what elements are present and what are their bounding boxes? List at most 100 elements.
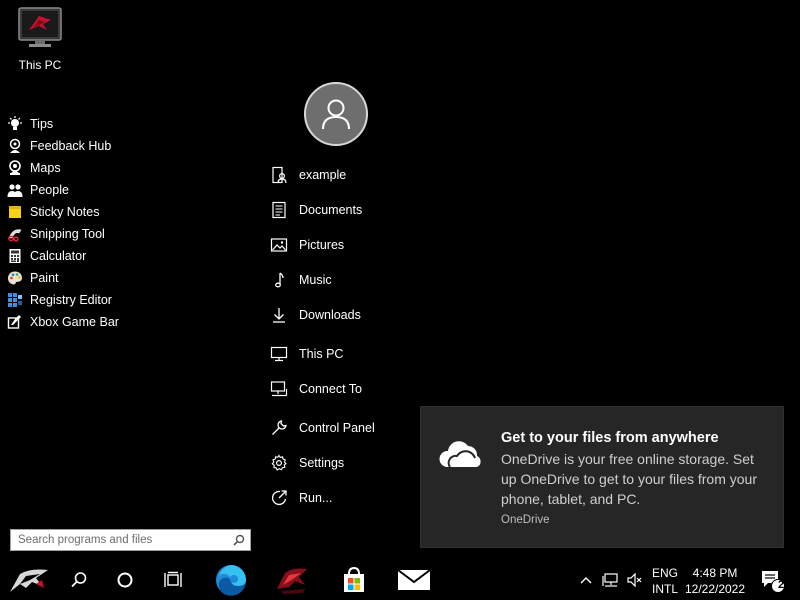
monitor-icon [268,344,290,364]
gear-icon [268,453,290,473]
chevron-up-icon [580,577,592,584]
show-hidden-icons-button[interactable] [576,560,596,600]
user-avatar[interactable] [304,82,368,146]
xbox-icon [6,313,24,331]
scissors-icon [6,225,24,243]
program-item-sticky-notes[interactable]: Sticky Notes [6,201,246,223]
store-button[interactable] [332,560,376,600]
notification-title: Get to your files from anywhere [501,430,719,446]
place-label: Downloads [299,308,361,322]
notification-body: OneDrive is your free online storage. Se… [501,451,757,507]
program-item-people[interactable]: People [6,179,246,201]
program-label: Registry Editor [30,293,112,307]
program-label: Feedback Hub [30,139,112,153]
place-connect-to[interactable]: Connect To [268,378,408,400]
user-icon [322,99,350,130]
clock[interactable]: 4:48 PM 12/22/2022 [684,565,746,597]
download-icon [268,305,290,325]
language-code: ENG [651,566,678,580]
clock-date: 12/22/2022 [684,582,746,596]
registry-icon [6,291,24,309]
network-icon [602,573,618,587]
program-label: Maps [30,161,61,175]
keyboard-layout: INTL [651,582,678,596]
program-label: Snipping Tool [30,227,105,241]
program-label: Xbox Game Bar [30,315,119,329]
place-documents[interactable]: Documents [268,199,408,221]
network-button[interactable] [600,560,622,600]
mail-icon [397,569,431,590]
mail-button[interactable] [392,560,436,600]
program-item-paint[interactable]: Paint [6,267,246,289]
place-pictures[interactable]: Pictures [268,234,408,256]
place-label: Settings [299,456,345,470]
cloud-icon [437,437,485,476]
wrench-icon [268,418,290,438]
store-icon [344,566,364,592]
start-button[interactable] [0,560,58,600]
music-icon [268,270,290,290]
maps-icon [6,159,24,177]
rog-app-button[interactable] [270,560,314,600]
program-item-maps[interactable]: Maps [6,157,246,179]
start-menu-programs: Tips Feedback Hub Maps People Sticky Not… [6,113,246,333]
desktop-icon-this-pc[interactable]: This PC [12,6,68,72]
place-user-folder[interactable]: example [268,164,408,186]
place-label: Music [299,273,332,287]
place-label: example [299,168,347,182]
paint-palette-icon [6,269,24,287]
desktop-icon-label: This PC [18,58,62,72]
place-music[interactable]: Music [268,269,408,291]
notification-source: OneDrive [501,514,550,526]
rog-app-icon [277,568,307,594]
place-control-panel[interactable]: Control Panel [268,417,408,439]
program-item-registry-editor[interactable]: Registry Editor [6,289,246,311]
program-label: People [30,183,69,197]
search-input[interactable] [11,530,228,550]
sticky-notes-icon [6,203,24,221]
rog-pc-icon [17,6,63,50]
user-folder-icon [268,165,290,185]
place-label: Pictures [299,238,345,252]
program-item-tips[interactable]: Tips [6,113,246,135]
search-icon [71,572,87,588]
clock-time: 4:48 PM [692,566,738,580]
cortana-button[interactable] [108,560,142,600]
place-label: Documents [299,203,363,217]
action-center-button[interactable]: 2 [754,560,790,600]
lightbulb-icon [6,115,24,133]
rog-start-icon [10,569,48,592]
place-label: Control Panel [299,421,375,435]
place-run[interactable]: Run... [268,487,408,509]
program-label: Calculator [30,249,87,263]
place-this-pc[interactable]: This PC [268,343,408,365]
place-settings[interactable]: Settings [268,452,408,474]
people-icon [6,181,24,199]
taskbar: ENG INTL 4:48 PM 12/22/2022 2 [0,560,800,600]
connect-icon [268,379,290,399]
edge-icon [216,565,247,596]
edge-button[interactable] [209,560,253,600]
search-icon[interactable] [228,530,250,550]
document-icon [268,200,290,220]
taskbar-search-button[interactable] [62,560,96,600]
program-item-xbox-game-bar[interactable]: Xbox Game Bar [6,311,246,333]
calculator-icon [6,247,24,265]
input-language-indicator[interactable]: ENG INTL [648,565,682,597]
volume-button[interactable] [624,560,646,600]
program-item-feedback-hub[interactable]: Feedback Hub [6,135,246,157]
picture-icon [268,235,290,255]
feedback-icon [6,137,24,155]
program-label: Tips [30,117,54,131]
start-search-box[interactable] [10,529,251,551]
place-label: This PC [299,347,344,361]
place-downloads[interactable]: Downloads [268,304,408,326]
place-label: Connect To [299,382,363,396]
program-label: Paint [30,271,59,285]
volume-muted-icon [627,572,642,588]
program-item-snipping-tool[interactable]: Snipping Tool [6,223,246,245]
onedrive-notification[interactable]: Get to your files from anywhere OneDrive… [420,406,784,548]
task-view-button[interactable] [156,560,190,600]
run-icon [268,488,290,508]
program-item-calculator[interactable]: Calculator [6,245,246,267]
